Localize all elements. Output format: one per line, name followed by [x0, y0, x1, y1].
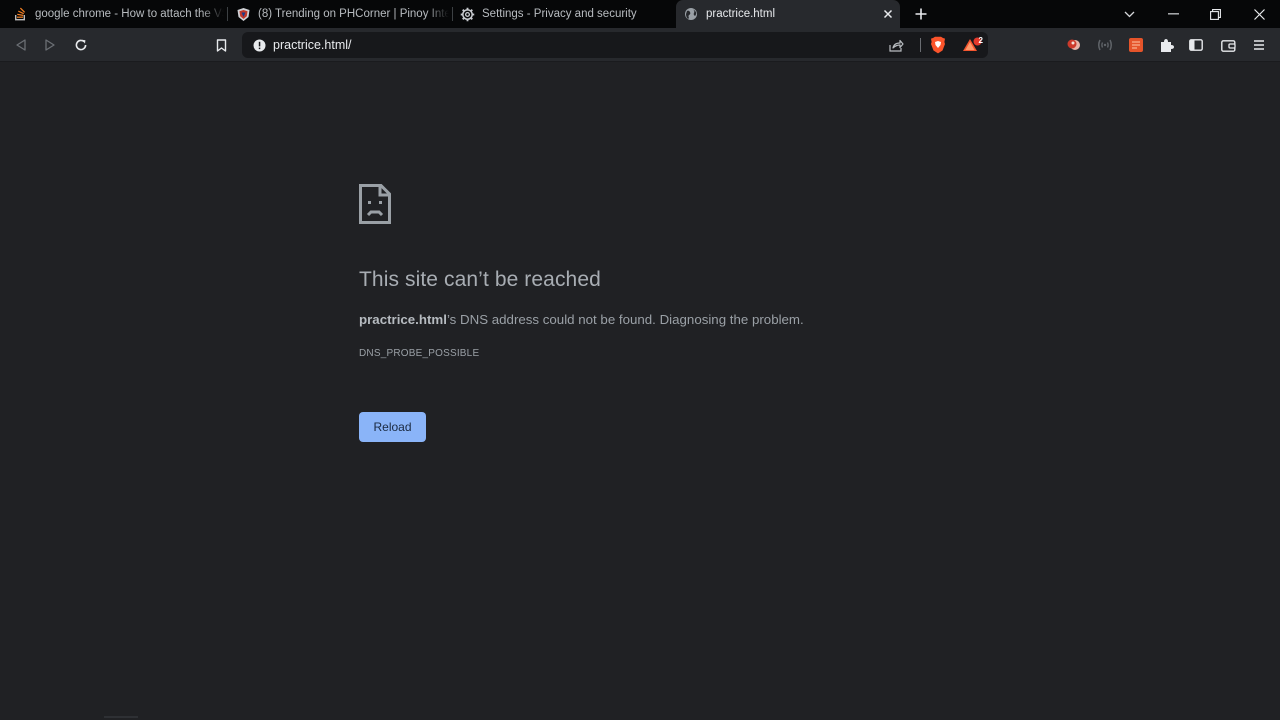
url-text[interactable]: practrice.html/ [273, 38, 352, 52]
phcorner-shield-icon [235, 6, 251, 22]
error-message: practrice.html’s DNS address could not b… [359, 312, 804, 327]
error-code: DNS_PROBE_POSSIBLE [359, 348, 480, 359]
tab-search-button[interactable] [1109, 0, 1149, 28]
forward-icon [45, 39, 55, 51]
extension-3-button[interactable] [1126, 35, 1146, 55]
wallet-icon [1220, 39, 1236, 52]
reload-button[interactable]: Reload [359, 412, 426, 442]
share-icon[interactable] [887, 37, 905, 53]
stackoverflow-icon [12, 6, 28, 22]
minimize-icon [1167, 13, 1179, 15]
extensions-button[interactable] [1156, 35, 1176, 55]
tab-practrice-active[interactable]: practrice.html [676, 0, 900, 28]
globe-icon [683, 6, 699, 22]
omnibox-divider [920, 38, 921, 52]
error-host: practrice.html [359, 312, 447, 327]
bookmark-icon [216, 38, 226, 52]
scroll-indicator [104, 716, 138, 718]
brave-rewards-icon[interactable]: 2 [960, 35, 984, 55]
hamburger-menu-icon [1254, 40, 1264, 50]
wallet-button[interactable] [1218, 35, 1238, 55]
back-button[interactable] [11, 35, 31, 55]
tab-title: (8) Trending on PHCorner | Pinoy Interne… [258, 8, 449, 20]
address-bar[interactable]: practrice.html/ 2 [242, 32, 988, 58]
minimize-button[interactable] [1153, 0, 1193, 28]
tab-separator [452, 7, 453, 21]
rewards-badge: 2 [978, 36, 983, 45]
brave-shields-icon[interactable] [928, 35, 948, 55]
close-tab-icon[interactable] [880, 6, 896, 22]
reload-toolbar-button[interactable] [71, 35, 91, 55]
error-page: This site can’t be reached practrice.htm… [0, 63, 1280, 720]
extension-2-button[interactable] [1095, 35, 1115, 55]
chevron-down-icon [1124, 11, 1134, 17]
settings-gear-icon [459, 6, 475, 22]
tab-title: google chrome - How to attach the VS [35, 8, 224, 20]
menu-button[interactable] [1249, 35, 1269, 55]
error-message-text: ’s DNS address could not be found. Diagn… [446, 312, 804, 327]
plus-icon [915, 8, 927, 20]
error-title: This site can’t be reached [359, 268, 601, 291]
info-icon[interactable] [251, 37, 267, 53]
close-icon [1253, 8, 1265, 20]
sidebar-icon [1189, 39, 1203, 51]
restore-icon [1209, 8, 1221, 20]
tab-settings[interactable]: Settings - Privacy and security [459, 0, 671, 28]
extension-radar-icon [1098, 39, 1112, 51]
close-window-button[interactable] [1239, 0, 1279, 28]
puzzle-icon [1160, 38, 1174, 52]
tab-stackoverflow[interactable]: google chrome - How to attach the VS [12, 0, 224, 28]
extension-orange-icon [1129, 38, 1143, 52]
sad-document-icon [359, 184, 391, 224]
tab-title: practrice.html [706, 8, 776, 20]
restore-button[interactable] [1195, 0, 1235, 28]
tab-phcorner[interactable]: (8) Trending on PHCorner | Pinoy Interne… [235, 0, 449, 28]
new-tab-button[interactable] [911, 4, 931, 24]
forward-button[interactable] [40, 35, 60, 55]
extension-blob-icon [1067, 39, 1080, 50]
sidebar-button[interactable] [1186, 35, 1206, 55]
back-icon [16, 39, 26, 51]
toolbar: practrice.html/ 2 [0, 28, 1280, 62]
tab-separator [227, 7, 228, 21]
tab-title: Settings - Privacy and security [482, 8, 637, 20]
extension-1-button[interactable] [1064, 35, 1084, 55]
tab-strip: google chrome - How to attach the VS (8)… [0, 0, 1280, 28]
bookmark-button[interactable] [211, 35, 231, 55]
reload-icon [75, 39, 87, 51]
